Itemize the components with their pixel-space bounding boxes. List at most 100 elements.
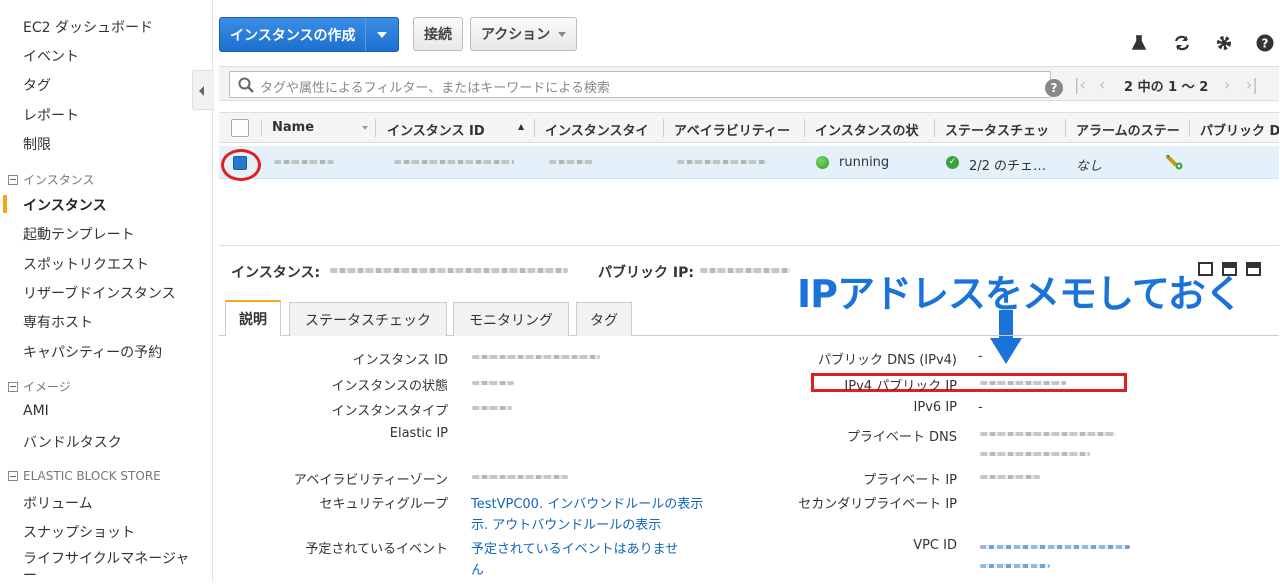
column-header-instance-type[interactable]: インスタンスタイ [545,120,655,139]
gear-icon[interactable] [1215,34,1233,52]
sidebar-item-dedicated-hosts[interactable]: 専有ホスト [23,312,93,332]
check-icon: ✓ [946,156,959,169]
column-separator [934,119,935,137]
security-group-inbound-link[interactable]: TestVPC00. インバウンドルールの表示 [471,493,703,512]
sidebar-item-capacity-reservations[interactable]: キャパシティーの予約 [23,342,162,362]
tab-monitoring[interactable]: モニタリング [453,302,569,336]
security-group-outbound-link[interactable]: 示. アウトバウンドルールの表示 [471,514,661,533]
flask-icon[interactable] [1130,34,1148,52]
sidebar-section-ebs[interactable]: ELASTIC BLOCK STORE [8,469,161,483]
status-check-value: 2/2 のチェ… [969,159,1047,174]
alarm-bell-icon[interactable] [1164,153,1184,171]
actions-label: アクション [481,27,551,43]
label-instance-type: インスタンスタイプ [331,404,448,419]
highlight-circle [221,149,261,181]
sidebar-item-spot-requests[interactable]: スポットリクエスト [23,254,149,274]
sidebar-item-events[interactable]: イベント [23,46,79,66]
redacted-instance-state-value [472,381,514,385]
column-separator [663,119,664,137]
collapse-icon [8,381,18,392]
search-icon [238,77,254,93]
sidebar-item-lifecycle-manager[interactable]: ライフサイクルマネージャー [23,551,193,585]
connect-button[interactable]: 接続 [413,17,463,51]
sidebar-item-ami[interactable]: AMI [23,403,49,419]
redacted-availability-zone [677,160,767,164]
sidebar-item-launch-templates[interactable]: 起動テンプレート [23,224,135,244]
search-help-icon[interactable]: ? [1045,79,1063,97]
redacted-instance-type-value [472,406,512,410]
refresh-icon[interactable] [1173,34,1191,52]
scheduled-events-link-cont[interactable]: ん [471,559,484,578]
alarm-value: なし [1076,159,1103,174]
search-placeholder: タグや属性によるフィルター、またはキーワードによる検索 [260,81,610,96]
redacted-availability-zone-value [472,475,568,479]
redacted-private-dns-value-2 [980,452,1090,456]
sidebar-item-reports[interactable]: レポート [23,105,79,125]
caret-down-icon [377,31,388,38]
sidebar-item-instances[interactable]: インスタンス [23,195,106,215]
sidebar-item-ec2-dashboard[interactable]: EC2 ダッシュボード [23,17,153,37]
sidebar-item-reserved-instances[interactable]: リザーブドインスタンス [23,283,176,303]
column-header-alarm-status[interactable]: アラームのステー [1076,120,1186,139]
detail-public-ip-label: パブリック IP: [598,265,694,281]
tab-description[interactable]: 説明 [225,300,281,336]
sidebar-item-bundle-tasks[interactable]: バンドルタスク [23,432,122,452]
last-page-icon[interactable]: ›| [1246,75,1258,94]
label-private-dns: プライベート DNS [846,430,957,445]
sidebar-section-images[interactable]: イメージ [8,378,71,395]
sidebar-item-snapshots[interactable]: スナップショット [23,522,135,542]
panel-minimize-icon[interactable] [1246,262,1261,276]
redacted-vpc-id-link-2[interactable] [980,564,1050,568]
column-header-instance-state[interactable]: インスタンスの状 [815,120,925,139]
select-all-checkbox[interactable] [231,119,249,137]
table-header: Name インスタンス ID ▲ インスタンスタイ アベイラビリティー インスタ… [219,112,1279,143]
detail-instance-label: インスタンス: [231,265,321,281]
sidebar-item-tags[interactable]: タグ [23,75,51,95]
column-header-instance-id[interactable]: インスタンス ID [387,120,502,139]
column-header-status-checks[interactable]: ステータスチェッ [945,120,1057,139]
tab-tags[interactable]: タグ [576,302,632,336]
search-input[interactable]: タグや属性によるフィルター、またはキーワードによる検索 ? [229,71,1063,98]
sidebar-item-volumes[interactable]: ボリューム [23,493,93,513]
ipv6-ip-value: - [978,400,983,415]
section-title: イメージ [23,380,71,394]
column-header-availability-zone[interactable]: アベイラビリティー [674,120,792,139]
first-page-icon[interactable]: |‹ [1074,75,1086,94]
launch-instance-label[interactable]: インスタンスの作成 [220,18,367,51]
label-security-groups: セキュリティグループ [319,497,448,512]
redacted-name [274,160,334,164]
instance-state-value: running [839,155,890,170]
redacted-instance-id [394,160,514,164]
label-availability-zone: アベイラビリティーゾーン [293,473,448,488]
column-separator [804,119,805,137]
public-dns-value: - [978,349,983,364]
caret-down-icon [558,31,567,37]
next-page-icon[interactable]: › [1224,75,1230,94]
label-private-ip: プライベート IP [863,473,957,488]
prev-page-icon[interactable]: ‹ [1099,75,1105,94]
launch-dropdown-toggle[interactable] [366,18,398,51]
column-separator [261,119,262,137]
table-row[interactable]: running ✓ 2/2 のチェ… なし [219,146,1279,179]
scheduled-events-link[interactable]: 予定されているイベントはありませ [471,538,678,557]
redacted-private-dns-value [980,432,1116,436]
tab-status-checks[interactable]: ステータスチェック [289,302,447,336]
column-header-public-dns[interactable]: パブリック D [1200,120,1279,139]
redacted-private-ip-value [980,475,1040,479]
sidebar-section-instances[interactable]: インスタンス [8,171,95,188]
column-separator [1189,119,1190,137]
sort-icon [362,126,368,130]
split-divider[interactable] [219,245,1279,249]
redacted-vpc-id-link[interactable] [980,545,1130,549]
launch-instance-button[interactable]: インスタンスの作成 [219,17,400,52]
sidebar-item-limits[interactable]: 制限 [23,134,51,154]
column-separator [534,119,535,137]
label-vpc-id: VPC ID [913,538,957,553]
collapse-icon [8,471,18,481]
section-title: ELASTIC BLOCK STORE [23,469,161,483]
sidebar-collapse-button[interactable] [192,70,214,110]
help-icon[interactable]: ? [1256,34,1274,52]
column-header-name[interactable]: Name [272,120,372,135]
actions-button[interactable]: アクション [470,17,578,51]
sort-asc-icon: ▲ [518,122,525,131]
